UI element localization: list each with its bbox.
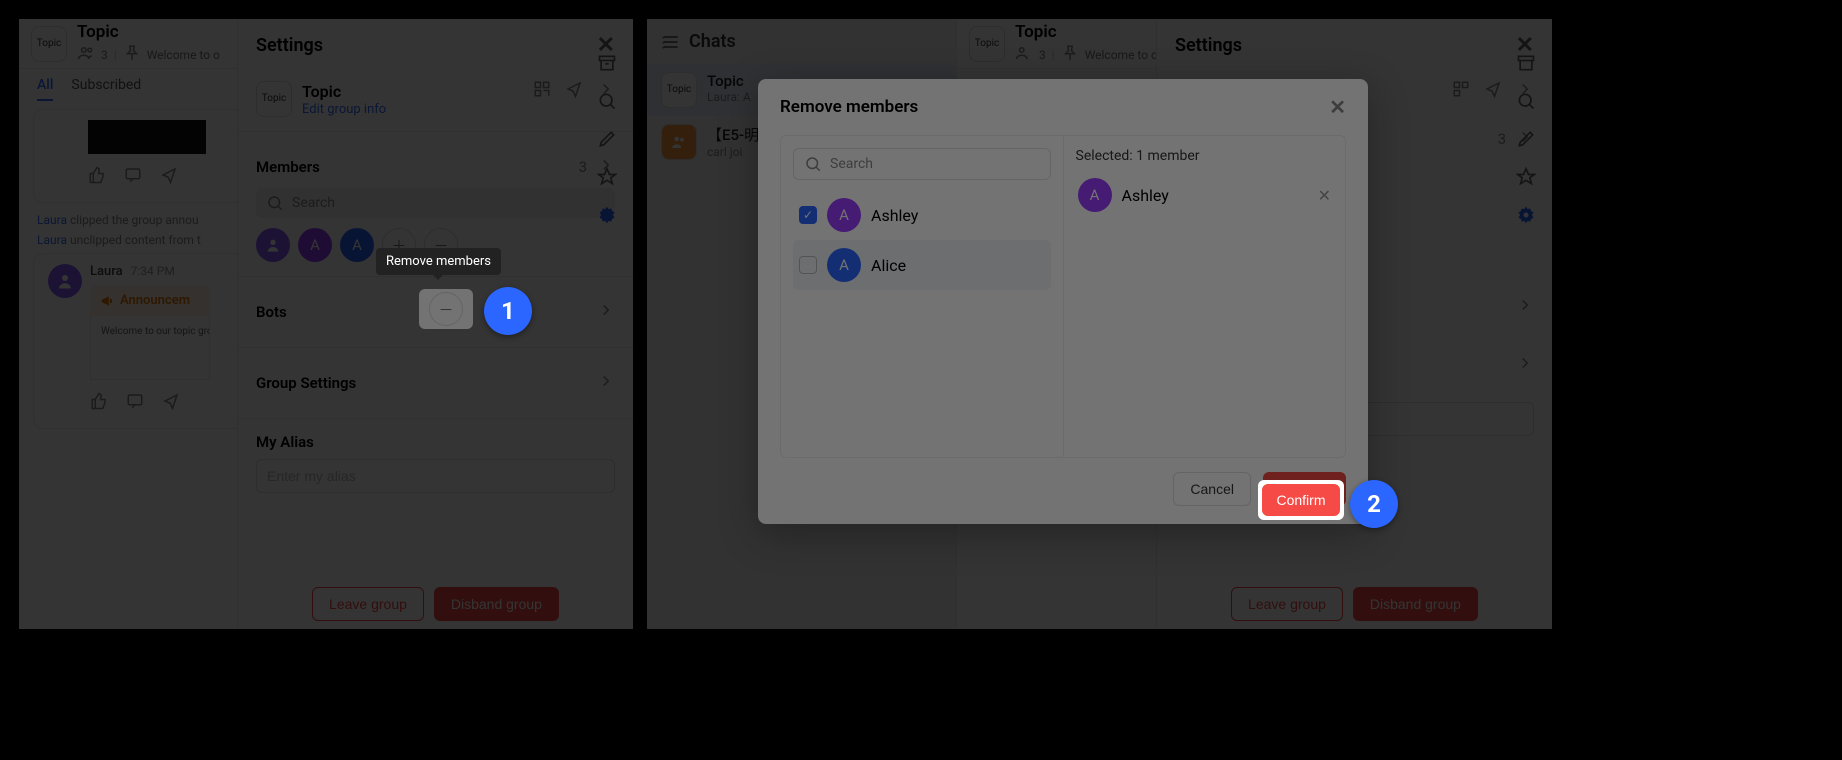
announcement-badge: Announcem — [90, 285, 210, 316]
image-placeholder — [88, 120, 206, 154]
checkbox-unchecked[interactable] — [799, 256, 817, 274]
member-option-alice[interactable]: A Alice — [793, 240, 1051, 290]
member-avatar: A — [827, 198, 861, 232]
members-label: Members — [256, 158, 320, 176]
gear-icon[interactable] — [597, 205, 617, 225]
share-icon[interactable] — [162, 392, 180, 414]
close-icon[interactable]: ✕ — [1329, 95, 1346, 119]
remove-selected-icon[interactable]: ✕ — [1318, 186, 1331, 205]
stage-1-settings-remove: Topic Topic 3 | Welcome to o All Subscri… — [19, 19, 633, 629]
group-settings-row[interactable]: Group Settings — [256, 362, 615, 404]
comment-icon[interactable] — [124, 166, 142, 188]
pin-icon — [123, 44, 141, 65]
group-title: Topic — [77, 22, 220, 42]
member-avatar[interactable]: A — [298, 228, 332, 262]
announcement-body: Welcome to our topic group — [90, 316, 210, 380]
tab-all[interactable]: All — [37, 77, 53, 101]
member-option-ashley[interactable]: ✓ A Ashley — [793, 190, 1051, 240]
like-icon[interactable] — [90, 392, 108, 414]
sys-user: Laura — [37, 213, 67, 227]
comment-icon[interactable] — [126, 392, 144, 414]
group-avatar: Topic — [31, 26, 67, 62]
search-icon — [266, 194, 284, 212]
member-count: 3 — [101, 48, 108, 62]
leave-group-button[interactable]: Leave group — [312, 587, 424, 621]
highlight-remove-minus: － — [419, 289, 473, 329]
member-avatar: A — [827, 248, 861, 282]
share-icon[interactable] — [565, 80, 583, 102]
member-avatar[interactable]: A — [340, 228, 374, 262]
modal-title: Remove members — [780, 97, 918, 117]
msg-time: 7:34 PM — [131, 264, 175, 278]
sys-user: Laura — [37, 233, 67, 247]
remove-member-button-highlight[interactable]: － — [429, 292, 463, 326]
members-count: 3 — [579, 158, 587, 176]
qr-icon[interactable] — [533, 80, 551, 102]
chevron-right-icon — [597, 301, 615, 323]
side-icons — [587, 53, 627, 225]
alias-input[interactable] — [256, 459, 615, 493]
disband-group-button[interactable]: Disband group — [434, 587, 559, 621]
selected-member: A Ashley ✕ — [1076, 172, 1334, 218]
edit-group-info-link[interactable]: Edit group info — [302, 102, 615, 117]
share-icon[interactable] — [160, 166, 178, 188]
confirm-button-highlight[interactable]: Confirm — [1262, 484, 1340, 516]
msg-author: Laura — [90, 264, 123, 279]
cancel-button[interactable]: Cancel — [1173, 472, 1251, 506]
modal-search[interactable]: Search — [793, 148, 1051, 180]
sys-text: unclipped content from t — [70, 233, 201, 247]
search-icon — [804, 155, 822, 173]
member-avatar: A — [1078, 178, 1112, 212]
checkbox-checked[interactable]: ✓ — [799, 206, 817, 224]
tab-subscribed[interactable]: Subscribed — [71, 77, 141, 101]
brush-icon[interactable] — [597, 129, 617, 149]
group-desc: Welcome to o — [147, 48, 220, 62]
step-badge-1: 1 — [484, 287, 532, 335]
step-badge-2: 2 — [1350, 480, 1398, 528]
member-name: Ashley — [1122, 186, 1169, 205]
chevron-right-icon — [597, 372, 615, 394]
settings-title: Settings — [256, 35, 323, 56]
star-icon[interactable] — [597, 167, 617, 187]
members-icon — [77, 44, 95, 65]
member-search[interactable]: Search — [256, 188, 615, 218]
sys-text: clipped the group annou — [70, 213, 199, 227]
search-icon[interactable] — [597, 91, 617, 111]
user-avatar — [48, 264, 82, 298]
alias-label: My Alias — [256, 433, 615, 451]
member-avatar[interactable] — [256, 228, 290, 262]
group-avatar: Topic — [256, 81, 292, 117]
tooltip-remove-members: Remove members — [376, 248, 501, 275]
stage-2-confirm-modal: Chats Topic Topic Laura: A 【E5-明 carl jo… — [647, 19, 1552, 629]
like-icon[interactable] — [88, 166, 106, 188]
selected-count: Selected: 1 member — [1076, 148, 1334, 164]
member-name: Alice — [871, 256, 906, 275]
member-name: Ashley — [871, 206, 918, 225]
remove-members-modal: Remove members ✕ Search ✓ A Ashley A Ali… — [758, 79, 1368, 524]
highlight-confirm: Confirm — [1258, 480, 1344, 520]
archive-icon[interactable] — [597, 53, 617, 73]
group-name: Topic — [302, 82, 341, 101]
